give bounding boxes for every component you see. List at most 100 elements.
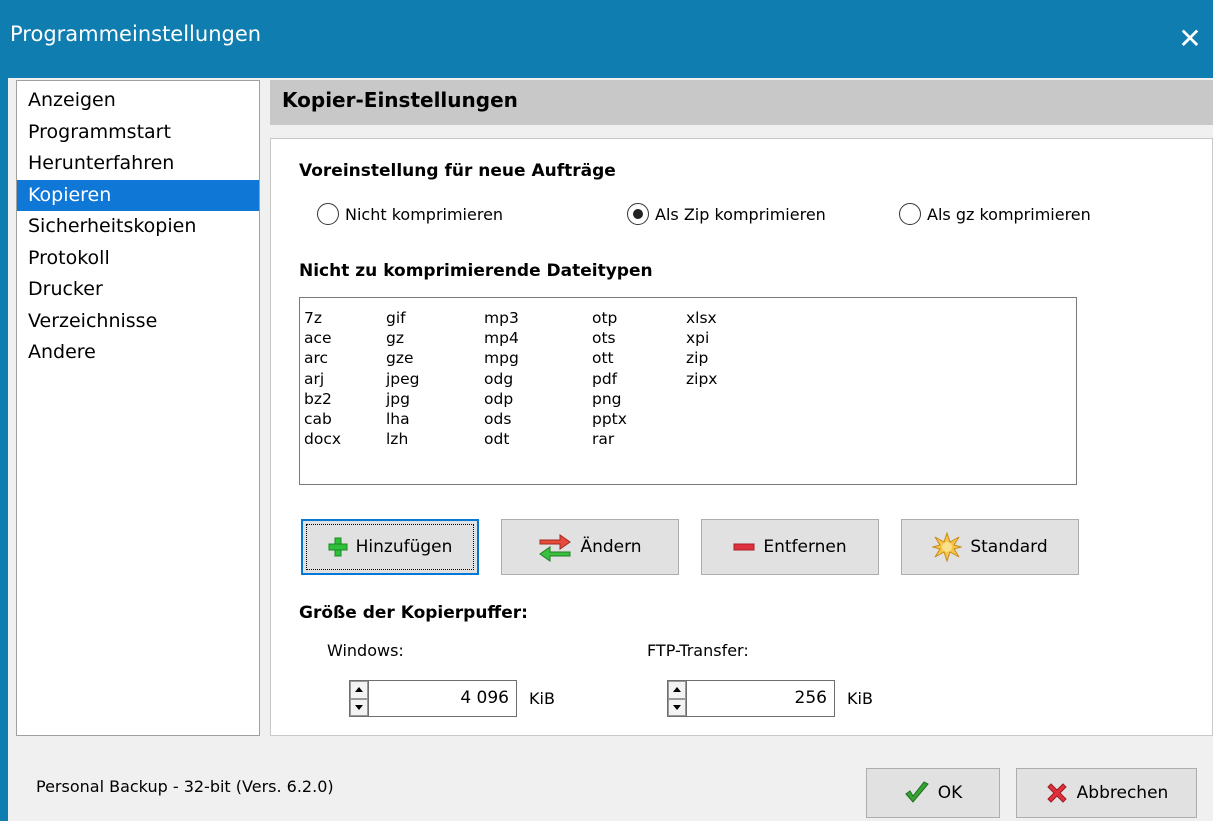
- filetypes-heading: Nicht zu komprimierende Dateitypen: [299, 261, 653, 281]
- list-item[interactable]: bz2: [304, 389, 341, 409]
- add-button[interactable]: Hinzufügen: [301, 519, 479, 575]
- ftp-buffer-spinner[interactable]: 256 KiB: [667, 680, 873, 717]
- list-item[interactable]: arj: [304, 369, 341, 389]
- filetypes-column-2: gif gz gze jpeg jpg lha lzh: [386, 308, 420, 449]
- list-item[interactable]: arc: [304, 348, 341, 368]
- sidebar-item-drucker[interactable]: Drucker: [17, 274, 259, 306]
- starburst-icon: [932, 532, 963, 562]
- list-item[interactable]: docx: [304, 429, 341, 449]
- list-item[interactable]: lzh: [386, 429, 420, 449]
- plus-icon: [328, 537, 348, 557]
- list-item[interactable]: jpg: [386, 389, 420, 409]
- filetypes-column-5: xlsx xpi zip zipx: [686, 308, 717, 389]
- checkmark-icon: [904, 781, 930, 805]
- radio-dot: [632, 208, 643, 219]
- list-item[interactable]: odt: [484, 429, 519, 449]
- radio-circle-checked[interactable]: [627, 203, 649, 225]
- close-icon[interactable]: ✕: [1167, 18, 1213, 60]
- ok-button-label: OK: [937, 783, 963, 803]
- sidebar-item-verzeichnisse[interactable]: Verzeichnisse: [17, 306, 259, 338]
- list-item[interactable]: zip: [686, 348, 717, 368]
- minus-icon: [733, 542, 755, 552]
- radio-label: Nicht komprimieren: [345, 204, 504, 224]
- spin-down-icon[interactable]: [350, 698, 368, 716]
- window-title: Programmeinstellungen: [10, 22, 262, 46]
- list-item[interactable]: gz: [386, 328, 420, 348]
- sidebar-item-anzeigen[interactable]: Anzeigen: [17, 85, 259, 117]
- list-item[interactable]: xpi: [686, 328, 717, 348]
- remove-button-label: Entfernen: [763, 537, 847, 557]
- ftp-buffer-unit: KiB: [847, 689, 873, 708]
- spin-down-icon[interactable]: [668, 698, 686, 716]
- list-item[interactable]: ods: [484, 409, 519, 429]
- filetypes-column-1: 7z ace arc arj bz2 cab docx: [304, 308, 341, 449]
- list-item[interactable]: xlsx: [686, 308, 717, 328]
- list-item[interactable]: gif: [386, 308, 420, 328]
- spin-up-icon[interactable]: [668, 681, 686, 699]
- spin-up-icon[interactable]: [350, 681, 368, 699]
- settings-category-list[interactable]: Anzeigen Programmstart Herunterfahren Ko…: [16, 80, 260, 736]
- buffer-heading: Größe der Kopierpuffer:: [299, 603, 528, 623]
- radio-gz-compression[interactable]: Als gz komprimieren: [899, 203, 1091, 225]
- windows-buffer-input[interactable]: 4 096: [369, 680, 517, 717]
- windows-buffer-unit: KiB: [529, 689, 555, 708]
- list-item[interactable]: png: [592, 389, 627, 409]
- list-item[interactable]: jpeg: [386, 369, 420, 389]
- add-button-label: Hinzufügen: [355, 537, 453, 557]
- list-item[interactable]: ace: [304, 328, 341, 348]
- ftp-buffer-input[interactable]: 256: [687, 680, 835, 717]
- radio-circle[interactable]: [899, 203, 921, 225]
- remove-button[interactable]: Entfernen: [701, 519, 879, 575]
- sidebar-item-sicherheitskopien[interactable]: Sicherheitskopien: [17, 211, 259, 243]
- list-item[interactable]: cab: [304, 409, 341, 429]
- list-item[interactable]: odg: [484, 369, 519, 389]
- list-item[interactable]: ott: [592, 348, 627, 368]
- compression-heading: Voreinstellung für neue Aufträge: [299, 161, 616, 181]
- list-item[interactable]: rar: [592, 429, 627, 449]
- ftp-buffer-spin-buttons[interactable]: [667, 680, 687, 717]
- default-button[interactable]: Standard: [901, 519, 1079, 575]
- window-border: [0, 78, 8, 821]
- list-item[interactable]: pptx: [592, 409, 627, 429]
- sidebar-item-programmstart[interactable]: Programmstart: [17, 117, 259, 149]
- radio-label: Als Zip komprimieren: [655, 204, 826, 224]
- section-title: Kopier-Einstellungen: [282, 88, 518, 112]
- radio-circle[interactable]: [317, 203, 339, 225]
- windows-buffer-spinner[interactable]: 4 096 KiB: [349, 680, 555, 717]
- change-button[interactable]: Ändern: [501, 519, 679, 575]
- windows-buffer-spin-buttons[interactable]: [349, 680, 369, 717]
- red-x-icon: [1045, 781, 1069, 805]
- list-item[interactable]: gze: [386, 348, 420, 368]
- sidebar-item-protokoll[interactable]: Protokoll: [17, 243, 259, 275]
- swap-arrows-icon: [538, 532, 572, 562]
- radio-zip-compression[interactable]: Als Zip komprimieren: [627, 203, 826, 225]
- filetypes-column-4: otp ots ott pdf png pptx rar: [592, 308, 627, 449]
- change-button-label: Ändern: [580, 537, 642, 557]
- sidebar-item-kopieren[interactable]: Kopieren: [17, 179, 259, 211]
- sidebar-item-herunterfahren[interactable]: Herunterfahren: [17, 148, 259, 180]
- list-item[interactable]: ots: [592, 328, 627, 348]
- filetypes-column-3: mp3 mp4 mpg odg odp ods odt: [484, 308, 519, 449]
- list-item[interactable]: mp4: [484, 328, 519, 348]
- cancel-button-label: Abbrechen: [1076, 783, 1169, 803]
- list-item[interactable]: 7z: [304, 308, 341, 328]
- windows-buffer-label: Windows:: [327, 641, 404, 660]
- list-item[interactable]: lha: [386, 409, 420, 429]
- list-item[interactable]: odp: [484, 389, 519, 409]
- settings-panel: Voreinstellung für neue Aufträge Nicht k…: [270, 138, 1213, 736]
- radio-label: Als gz komprimieren: [927, 204, 1091, 224]
- ftp-buffer-label: FTP-Transfer:: [647, 641, 749, 660]
- sidebar-item-andere[interactable]: Andere: [17, 337, 259, 369]
- filetypes-list[interactable]: 7z ace arc arj bz2 cab docx gif gz gze j…: [299, 297, 1077, 485]
- section-header: Kopier-Einstellungen: [270, 80, 1213, 125]
- default-button-label: Standard: [970, 537, 1048, 557]
- ok-button[interactable]: OK: [866, 768, 1000, 818]
- title-bar: Programmeinstellungen ✕: [0, 0, 1213, 78]
- list-item[interactable]: mp3: [484, 308, 519, 328]
- list-item[interactable]: zipx: [686, 369, 717, 389]
- radio-no-compression[interactable]: Nicht komprimieren: [317, 203, 503, 225]
- cancel-button[interactable]: Abbrechen: [1016, 768, 1197, 818]
- list-item[interactable]: mpg: [484, 348, 519, 368]
- list-item[interactable]: otp: [592, 308, 627, 328]
- list-item[interactable]: pdf: [592, 369, 627, 389]
